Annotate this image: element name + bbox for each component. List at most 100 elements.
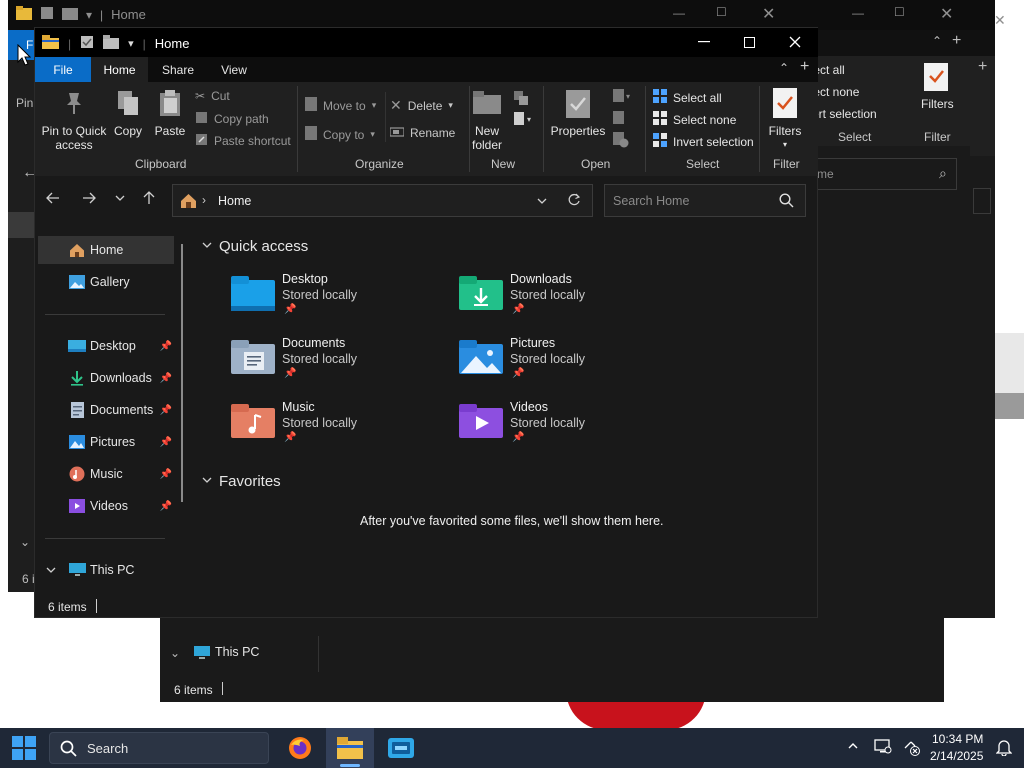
clock-date[interactable]: 2/14/2025: [930, 749, 983, 763]
quick-access-downloads[interactable]: Downloads Stored locally 📌: [459, 272, 679, 328]
sidebar-item-downloads[interactable]: Downloads 📌: [38, 364, 174, 392]
pin-icon[interactable]: 📌: [160, 437, 172, 448]
paste-button[interactable]: Paste: [153, 124, 187, 138]
filters-button[interactable]: Filters ▾: [763, 124, 807, 152]
new-folder-quick-icon[interactable]: [103, 35, 120, 52]
maximize-icon[interactable]: ☐: [894, 5, 905, 19]
pin-icon[interactable]: 📌: [160, 405, 172, 416]
minimize-icon[interactable]: —: [673, 6, 685, 20]
copy-to-button[interactable]: Copy to ▾: [305, 126, 375, 143]
help-icon[interactable]: +: [800, 58, 809, 76]
rename-button[interactable]: Rename: [389, 126, 455, 140]
quick-access-music[interactable]: Music Stored locally 📌: [231, 400, 451, 456]
music-icon: [66, 466, 88, 482]
pin-icon[interactable]: 📌: [160, 501, 172, 512]
clock-time[interactable]: 10:34 PM: [932, 732, 983, 746]
sidebar-item-documents[interactable]: Documents 📌: [38, 396, 174, 424]
favorites-header[interactable]: Favorites: [201, 473, 281, 490]
back-button[interactable]: [45, 190, 67, 212]
copy-path-button[interactable]: Copy path: [195, 111, 269, 127]
refresh-icon[interactable]: [567, 193, 581, 210]
app-icon[interactable]: [388, 738, 414, 761]
nav-scrollbar[interactable]: [181, 244, 183, 502]
edit-icon[interactable]: [613, 111, 627, 128]
sidebar-item-videos[interactable]: Videos 📌: [38, 492, 174, 520]
move-to-button[interactable]: Move to ▾: [305, 97, 376, 114]
minimize-icon[interactable]: —: [852, 6, 864, 20]
new-item-icon[interactable]: [513, 90, 529, 109]
collapse-ribbon-icon[interactable]: ⌃: [779, 61, 789, 75]
close-icon[interactable]: ✕: [940, 4, 953, 24]
search-icon: [60, 740, 77, 760]
chevron-down-icon[interactable]: ⌄: [20, 535, 30, 549]
sidebar-item-home[interactable]: Home: [38, 236, 174, 264]
sidebar-item-pictures[interactable]: Pictures 📌: [38, 428, 174, 456]
paste-shortcut-button[interactable]: Paste shortcut: [195, 133, 291, 149]
pin-icon[interactable]: 📌: [160, 469, 172, 480]
minimize-button[interactable]: [681, 22, 727, 62]
downloads-icon: [66, 370, 88, 386]
history-icon[interactable]: [613, 132, 629, 151]
up-button[interactable]: [141, 190, 163, 212]
breadcrumb-home[interactable]: Home: [218, 194, 251, 208]
svg-text:▾: ▾: [626, 92, 630, 101]
quick-access-header[interactable]: Quick access: [201, 238, 308, 255]
sidebar-item-gallery[interactable]: Gallery: [38, 268, 174, 296]
maximize-icon[interactable]: ☐: [716, 5, 727, 19]
show-hidden-icons-icon[interactable]: [847, 740, 859, 755]
delete-button[interactable]: ✕ Delete ▾: [390, 97, 453, 114]
search-box[interactable]: Search Home: [604, 184, 806, 217]
firefox-icon[interactable]: [288, 736, 312, 763]
tab-home[interactable]: Home: [91, 57, 148, 83]
close-button[interactable]: [772, 22, 818, 62]
quick-access-pictures[interactable]: Pictures Stored locally 📌: [459, 336, 679, 392]
invert-selection-button[interactable]: Invert selection: [653, 133, 754, 150]
pin-icon[interactable]: 📌: [160, 341, 172, 352]
customize-chevron-icon[interactable]: ▾: [128, 37, 134, 50]
forward-button[interactable]: [81, 190, 103, 212]
pin-icon: 📌: [284, 432, 297, 443]
this-pc-label[interactable]: This PC: [215, 645, 259, 659]
favorites-empty-message: After you've favorited some files, we'll…: [360, 514, 664, 528]
notification-bell-icon[interactable]: [995, 739, 1013, 759]
chevron-down-icon[interactable]: ⌄: [170, 646, 180, 660]
copy-button[interactable]: Copy: [111, 124, 145, 138]
select-none-button[interactable]: Select none: [653, 111, 736, 128]
address-dropdown-icon[interactable]: [536, 195, 548, 210]
sidebar-item-this-pc[interactable]: This PC: [38, 556, 174, 584]
new-tab-icon[interactable]: +: [978, 58, 987, 76]
search-icon[interactable]: [779, 193, 794, 211]
recent-locations-chevron-icon[interactable]: [114, 192, 126, 207]
easy-access-icon[interactable]: ▾: [513, 112, 535, 129]
start-button[interactable]: [12, 736, 36, 763]
tab-share[interactable]: Share: [148, 57, 208, 82]
quick-access-documents[interactable]: Documents Stored locally 📌: [231, 336, 451, 392]
pin-to-quick-access-button[interactable]: Pin to Quick access: [39, 124, 109, 152]
address-bar[interactable]: › Home: [172, 184, 593, 217]
open-icon[interactable]: ▾: [613, 89, 633, 106]
tab-file[interactable]: File: [35, 57, 91, 82]
sidebar-item-desktop[interactable]: Desktop 📌: [38, 332, 174, 360]
pin-icon[interactable]: 📌: [160, 373, 172, 384]
select-all-button[interactable]: Select all: [653, 89, 722, 106]
quick-access-videos[interactable]: Videos Stored locally 📌: [459, 400, 679, 456]
properties-button[interactable]: Properties: [549, 124, 607, 138]
new-folder-button[interactable]: New folder: [465, 124, 509, 152]
new-tab-icon[interactable]: +: [952, 32, 961, 50]
cut-button[interactable]: ✂ Cut: [195, 89, 230, 103]
filters-button[interactable]: Filters: [921, 97, 954, 111]
chevron-up-icon[interactable]: ⌃: [932, 34, 942, 48]
pictures-icon: [66, 435, 88, 449]
network-disconnected-icon[interactable]: [903, 740, 921, 759]
close-icon[interactable]: ✕: [994, 12, 1006, 29]
sidebar-item-music[interactable]: Music 📌: [38, 460, 174, 488]
open-group-label: Open: [581, 157, 611, 171]
taskbar-search-box[interactable]: Search: [49, 732, 269, 764]
quick-access-desktop[interactable]: Desktop Stored locally 📌: [231, 272, 451, 328]
close-icon[interactable]: ✕: [762, 4, 775, 24]
tab-view[interactable]: View: [208, 57, 260, 82]
search-box[interactable]: me ⌕: [800, 158, 957, 190]
display-icon[interactable]: [874, 739, 892, 758]
properties-quick-icon[interactable]: [80, 35, 94, 52]
maximize-button[interactable]: [726, 22, 772, 62]
